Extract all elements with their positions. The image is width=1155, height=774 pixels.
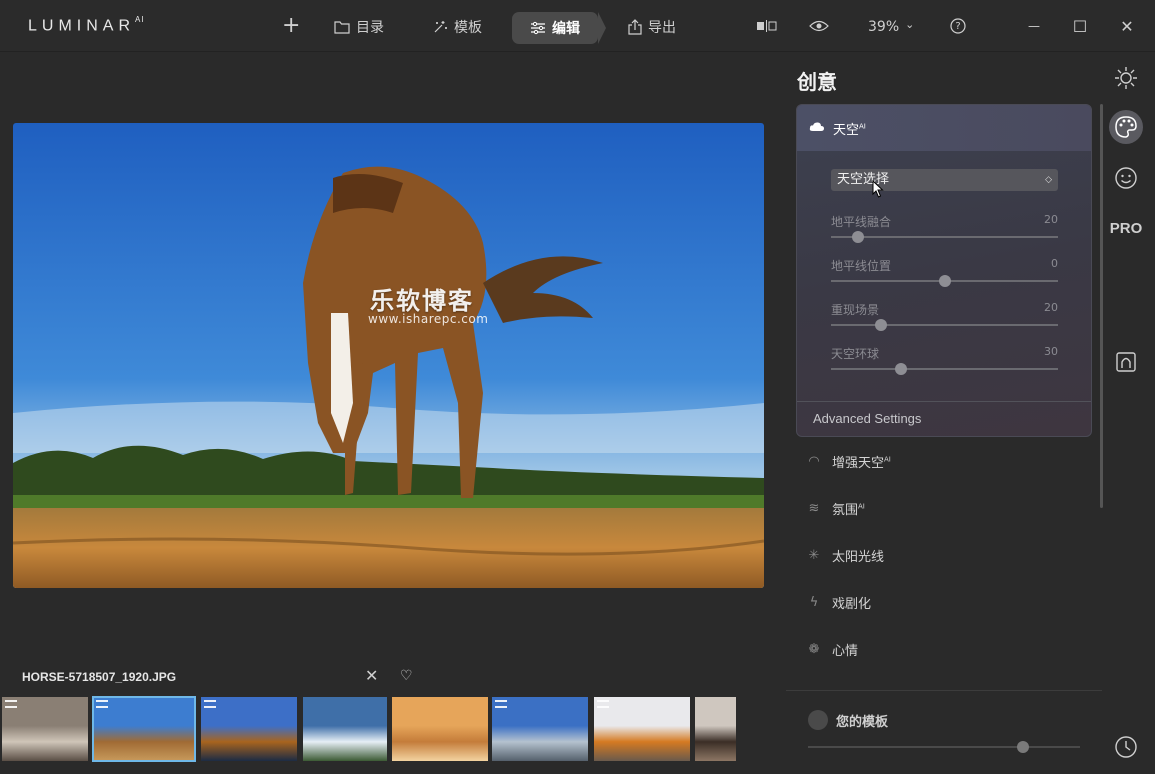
- sun-icon[interactable]: [1109, 61, 1143, 95]
- tool-icon: ≋: [808, 500, 820, 516]
- catalog-button[interactable]: 目录: [334, 12, 384, 42]
- creative-tool-item[interactable]: ≋ 氛围AI: [806, 496, 865, 520]
- filmstrip-thumbnail[interactable]: [2, 697, 88, 761]
- edited-badge-icon: [96, 700, 108, 708]
- slider-value: 20: [1044, 301, 1058, 314]
- slider-label: 地平线融合: [831, 215, 892, 229]
- sky-ai-header[interactable]: 天空AI: [797, 105, 1091, 151]
- cloud-icon: [809, 121, 825, 136]
- help-icon[interactable]: ?: [946, 14, 970, 38]
- filmstrip-thumbnail[interactable]: [303, 697, 387, 761]
- filmstrip-thumbnail[interactable]: [492, 697, 588, 761]
- mouse-cursor-icon: [872, 180, 884, 198]
- heart-icon[interactable]: ♡: [400, 668, 413, 684]
- slider-knob[interactable]: [874, 319, 887, 331]
- up-down-arrow-icon: ◇: [1045, 175, 1052, 185]
- eye-icon[interactable]: [807, 14, 831, 38]
- sparkle-icon: [432, 19, 448, 35]
- slider-track[interactable]: [831, 368, 1058, 370]
- filmstrip-thumbnail[interactable]: [594, 697, 690, 761]
- sky-slider[interactable]: 重现场景 20: [831, 301, 1058, 341]
- filmstrip-thumbnail[interactable]: [92, 696, 196, 762]
- tool-icon: ❁: [808, 641, 820, 657]
- template-amount-slider[interactable]: [808, 746, 1080, 748]
- sky-slider[interactable]: 天空环球 30: [831, 345, 1058, 385]
- current-filename: HORSE-5718507_1920.JPG: [22, 670, 177, 684]
- slider-knob[interactable]: [852, 231, 865, 243]
- panel-title: 创意: [797, 70, 837, 94]
- watermark-title: 乐软博客: [370, 287, 474, 315]
- edited-badge-icon: [597, 700, 609, 708]
- face-icon[interactable]: [1109, 161, 1143, 195]
- close-icon[interactable]: ✕: [365, 666, 378, 685]
- sky-slider[interactable]: 地平线融合 20: [831, 213, 1058, 253]
- edited-badge-icon: [5, 700, 17, 708]
- slider-value: 30: [1044, 345, 1058, 358]
- tool-icon: ✳: [808, 547, 820, 563]
- title-bar: LUMINARAI + 目录 模板 编辑 导出 39% ⌄ ? — ☐ ✕: [0, 0, 1155, 52]
- sky-slider[interactable]: 地平线位置 0: [831, 257, 1058, 297]
- sliders-icon: [530, 21, 546, 35]
- slider-track[interactable]: [831, 236, 1058, 238]
- main-photo[interactable]: 乐软博客 www.isharepc.com: [13, 123, 764, 588]
- close-window-button[interactable]: ✕: [1115, 14, 1139, 38]
- slider-label: 重现场景: [831, 303, 880, 317]
- compare-view-icon[interactable]: [755, 14, 779, 38]
- creative-tool-item[interactable]: ◠ 增强天空AI: [806, 449, 891, 473]
- pro-tools-icon[interactable]: PRO: [1109, 211, 1143, 245]
- slider-knob[interactable]: [895, 363, 908, 375]
- tool-icon: ϟ: [809, 594, 819, 610]
- zoom-dropdown[interactable]: 39% ⌄: [868, 12, 914, 42]
- template-avatar: [808, 710, 828, 730]
- slider-knob[interactable]: [938, 275, 951, 287]
- add-photos-button[interactable]: +: [282, 10, 300, 40]
- filmstrip-thumbnail[interactable]: [392, 697, 488, 761]
- slider-label: 地平线位置: [831, 259, 892, 273]
- templates-button[interactable]: 模板: [432, 12, 482, 42]
- edited-badge-icon: [204, 700, 216, 708]
- chevron-down-icon: ⌄: [905, 17, 915, 31]
- your-templates-row[interactable]: 您的模板: [808, 710, 888, 730]
- slider-label: 天空环球: [831, 347, 880, 361]
- slider-value: 20: [1044, 213, 1058, 226]
- edit-tab-button[interactable]: 编辑: [512, 12, 606, 44]
- creative-tool-item[interactable]: ✳ 太阳光线: [806, 543, 884, 567]
- share-icon: [628, 19, 642, 35]
- creative-tool-item[interactable]: ϟ 戏剧化: [806, 590, 871, 614]
- app-logo: LUMINARAI: [28, 15, 145, 35]
- minimize-button[interactable]: —: [1022, 14, 1046, 38]
- export-button[interactable]: 导出: [628, 12, 676, 42]
- folder-icon: [334, 20, 350, 34]
- panel-scrollbar[interactable]: [1100, 104, 1103, 508]
- creative-tool-item[interactable]: ❁ 心情: [806, 637, 858, 661]
- template-amount-knob[interactable]: [1016, 741, 1029, 753]
- history-clock-icon[interactable]: [1109, 730, 1143, 764]
- slider-value: 0: [1051, 257, 1058, 270]
- maximize-button[interactable]: ☐: [1068, 14, 1092, 38]
- panel-divider: [786, 690, 1102, 691]
- slider-track[interactable]: [831, 324, 1058, 326]
- edited-badge-icon: [495, 700, 507, 708]
- palette-icon[interactable]: [1109, 110, 1143, 144]
- filmstrip-thumbnail[interactable]: [695, 697, 736, 761]
- advanced-settings-toggle[interactable]: Advanced Settings: [797, 401, 1091, 436]
- sky-selection-dropdown[interactable]: 天空选择 ◇: [831, 169, 1058, 191]
- sky-ai-tool-card: 天空AI 天空选择 ◇ 地平线融合 20 地平线位置 0 重现场景 20 天空环球 30 Ad…: [796, 104, 1092, 437]
- watermark-url: www.isharepc.com: [368, 312, 489, 326]
- tool-icon: ◠: [808, 453, 820, 469]
- filmstrip-thumbnail[interactable]: [201, 697, 297, 761]
- local-masking-icon[interactable]: [1109, 345, 1143, 379]
